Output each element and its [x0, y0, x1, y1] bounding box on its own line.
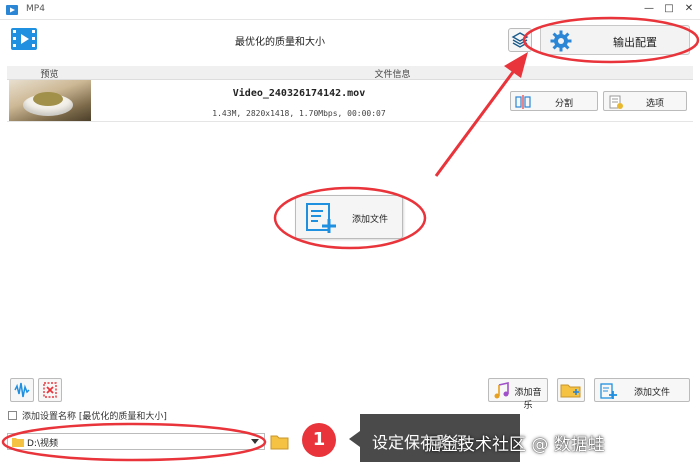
close-button[interactable]: ✕	[682, 2, 696, 16]
watermark: 掘金技术社区 @ 数据蛙	[424, 430, 605, 455]
add-file-icon	[306, 203, 336, 233]
options-button[interactable]: 选项	[603, 91, 687, 111]
output-settings-label: 输出配置	[613, 36, 657, 49]
minimize-button[interactable]: —	[642, 2, 656, 16]
audio-button[interactable]	[10, 378, 34, 402]
tooltip-arrow	[349, 431, 360, 447]
options-icon	[609, 95, 623, 109]
step-badge: 1	[302, 423, 336, 457]
maximize-button[interactable]: □	[662, 2, 676, 16]
split-button[interactable]: 分割	[510, 91, 598, 111]
add-music-label: 添加音乐	[514, 388, 542, 411]
music-icon	[494, 382, 509, 399]
watermark-text: 掘金技术社区 @ 数据蛙	[424, 435, 605, 455]
browse-folder-icon	[270, 435, 289, 450]
delete-icon	[43, 382, 57, 398]
audio-icon	[14, 382, 30, 398]
delete-button[interactable]	[38, 378, 62, 402]
file-list-header: 预览 文件信息	[7, 66, 693, 80]
preview-column-header: 预览	[40, 70, 59, 80]
video-thumbnail	[9, 80, 91, 121]
add-preset-name-checkbox[interactable]: 添加设置名称 [最优化的质量和大小]	[8, 409, 167, 422]
options-label: 选项	[645, 99, 664, 109]
layers-icon	[511, 32, 529, 48]
add-file-center-label: 添加文件	[351, 215, 388, 225]
title-bar: MP4 — □ ✕	[0, 0, 700, 20]
output-settings-button[interactable]: 输出配置	[540, 25, 690, 55]
gear-icon	[550, 30, 572, 52]
add-file-small-icon	[600, 383, 617, 399]
add-file-center-button[interactable]: 添加文件	[295, 195, 403, 239]
file-info-column-header: 文件信息	[374, 70, 411, 80]
add-file-button[interactable]: 添加文件	[594, 378, 690, 402]
app-icon	[6, 5, 18, 15]
layers-button[interactable]	[508, 28, 532, 52]
window-title: MP4	[26, 4, 45, 14]
split-icon	[515, 95, 531, 109]
table-row[interactable]: Video_240326174142.mov 1.43M, 2820x1418,…	[7, 80, 693, 122]
add-folder-button[interactable]	[557, 378, 585, 402]
output-path-select[interactable]: D:\视频	[7, 433, 265, 450]
checkbox-box[interactable]	[8, 411, 17, 420]
checkbox-label: 添加设置名称 [最优化的质量和大小]	[22, 412, 167, 422]
split-label: 分割	[554, 99, 573, 109]
chevron-down-icon	[251, 439, 259, 444]
file-meta: 1.43M, 2820x1418, 1.70Mbps, 00:00:07	[212, 109, 386, 118]
toolbar: 最优化的质量和大小 输出配置	[0, 20, 700, 60]
add-file-label: 添加文件	[633, 388, 670, 398]
add-folder-icon	[560, 384, 581, 398]
output-path-text: D:\视频	[27, 439, 58, 449]
file-name: Video_240326174142.mov	[232, 88, 366, 99]
preset-title: 最优化的质量和大小	[235, 37, 325, 48]
folder-icon	[12, 438, 24, 447]
add-music-button[interactable]: 添加音乐	[488, 378, 548, 411]
browse-folder-button[interactable]	[270, 432, 289, 451]
